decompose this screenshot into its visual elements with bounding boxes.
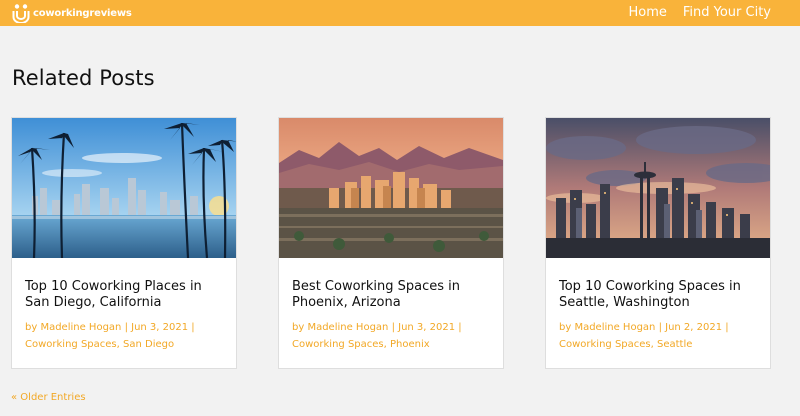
- post-card: Best Coworking Spaces in Phoenix, Arizon…: [278, 117, 504, 369]
- post-thumbnail[interactable]: [279, 118, 503, 258]
- post-title[interactable]: Top 10 Coworking Spaces in Seattle, Wash…: [559, 279, 759, 311]
- site-logo[interactable]: coworkingreviews: [12, 3, 132, 23]
- post-meta: by Madeline Hogan | Jun 3, 2021 | Cowork…: [25, 322, 195, 350]
- logo-icon: [12, 4, 30, 23]
- site-header: coworkingreviews Home Find Your City: [0, 0, 800, 26]
- post-category[interactable]: Coworking Spaces: [292, 339, 384, 350]
- post-title[interactable]: Best Coworking Spaces in Phoenix, Arizon…: [292, 279, 492, 311]
- nav-item-home[interactable]: Home: [628, 5, 666, 21]
- post-date: Jun 3, 2021: [398, 322, 456, 333]
- post-date: Jun 2, 2021: [665, 322, 723, 333]
- post-title[interactable]: Top 10 Coworking Places in San Diego, Ca…: [25, 279, 225, 311]
- post-category[interactable]: Coworking Spaces: [25, 339, 117, 350]
- post-card: Top 10 Coworking Spaces in Seattle, Wash…: [545, 117, 771, 369]
- older-entries-link[interactable]: « Older Entries: [11, 392, 86, 403]
- post-card: Top 10 Coworking Places in San Diego, Ca…: [11, 117, 237, 369]
- logo-text: coworkingreviews: [33, 7, 132, 19]
- post-by: by: [559, 322, 572, 333]
- post-by: by: [25, 322, 38, 333]
- post-author[interactable]: Madeline Hogan: [574, 322, 655, 333]
- post-meta: by Madeline Hogan | Jun 3, 2021 | Cowork…: [292, 322, 462, 350]
- post-date: Jun 3, 2021: [131, 322, 189, 333]
- page-title: Related Posts: [12, 66, 155, 90]
- post-by: by: [292, 322, 305, 333]
- nav-item-find-your-city[interactable]: Find Your City: [683, 5, 771, 21]
- post-thumbnail[interactable]: [12, 118, 236, 258]
- post-author[interactable]: Madeline Hogan: [307, 322, 388, 333]
- post-category[interactable]: San Diego: [123, 339, 174, 350]
- post-category[interactable]: Seattle: [657, 339, 692, 350]
- post-thumbnail[interactable]: [546, 118, 770, 258]
- post-category[interactable]: Coworking Spaces: [559, 339, 651, 350]
- post-author[interactable]: Madeline Hogan: [40, 322, 121, 333]
- post-meta: by Madeline Hogan | Jun 2, 2021 | Cowork…: [559, 322, 729, 350]
- main-nav: Home Find Your City: [612, 5, 771, 21]
- post-category[interactable]: Phoenix: [390, 339, 430, 350]
